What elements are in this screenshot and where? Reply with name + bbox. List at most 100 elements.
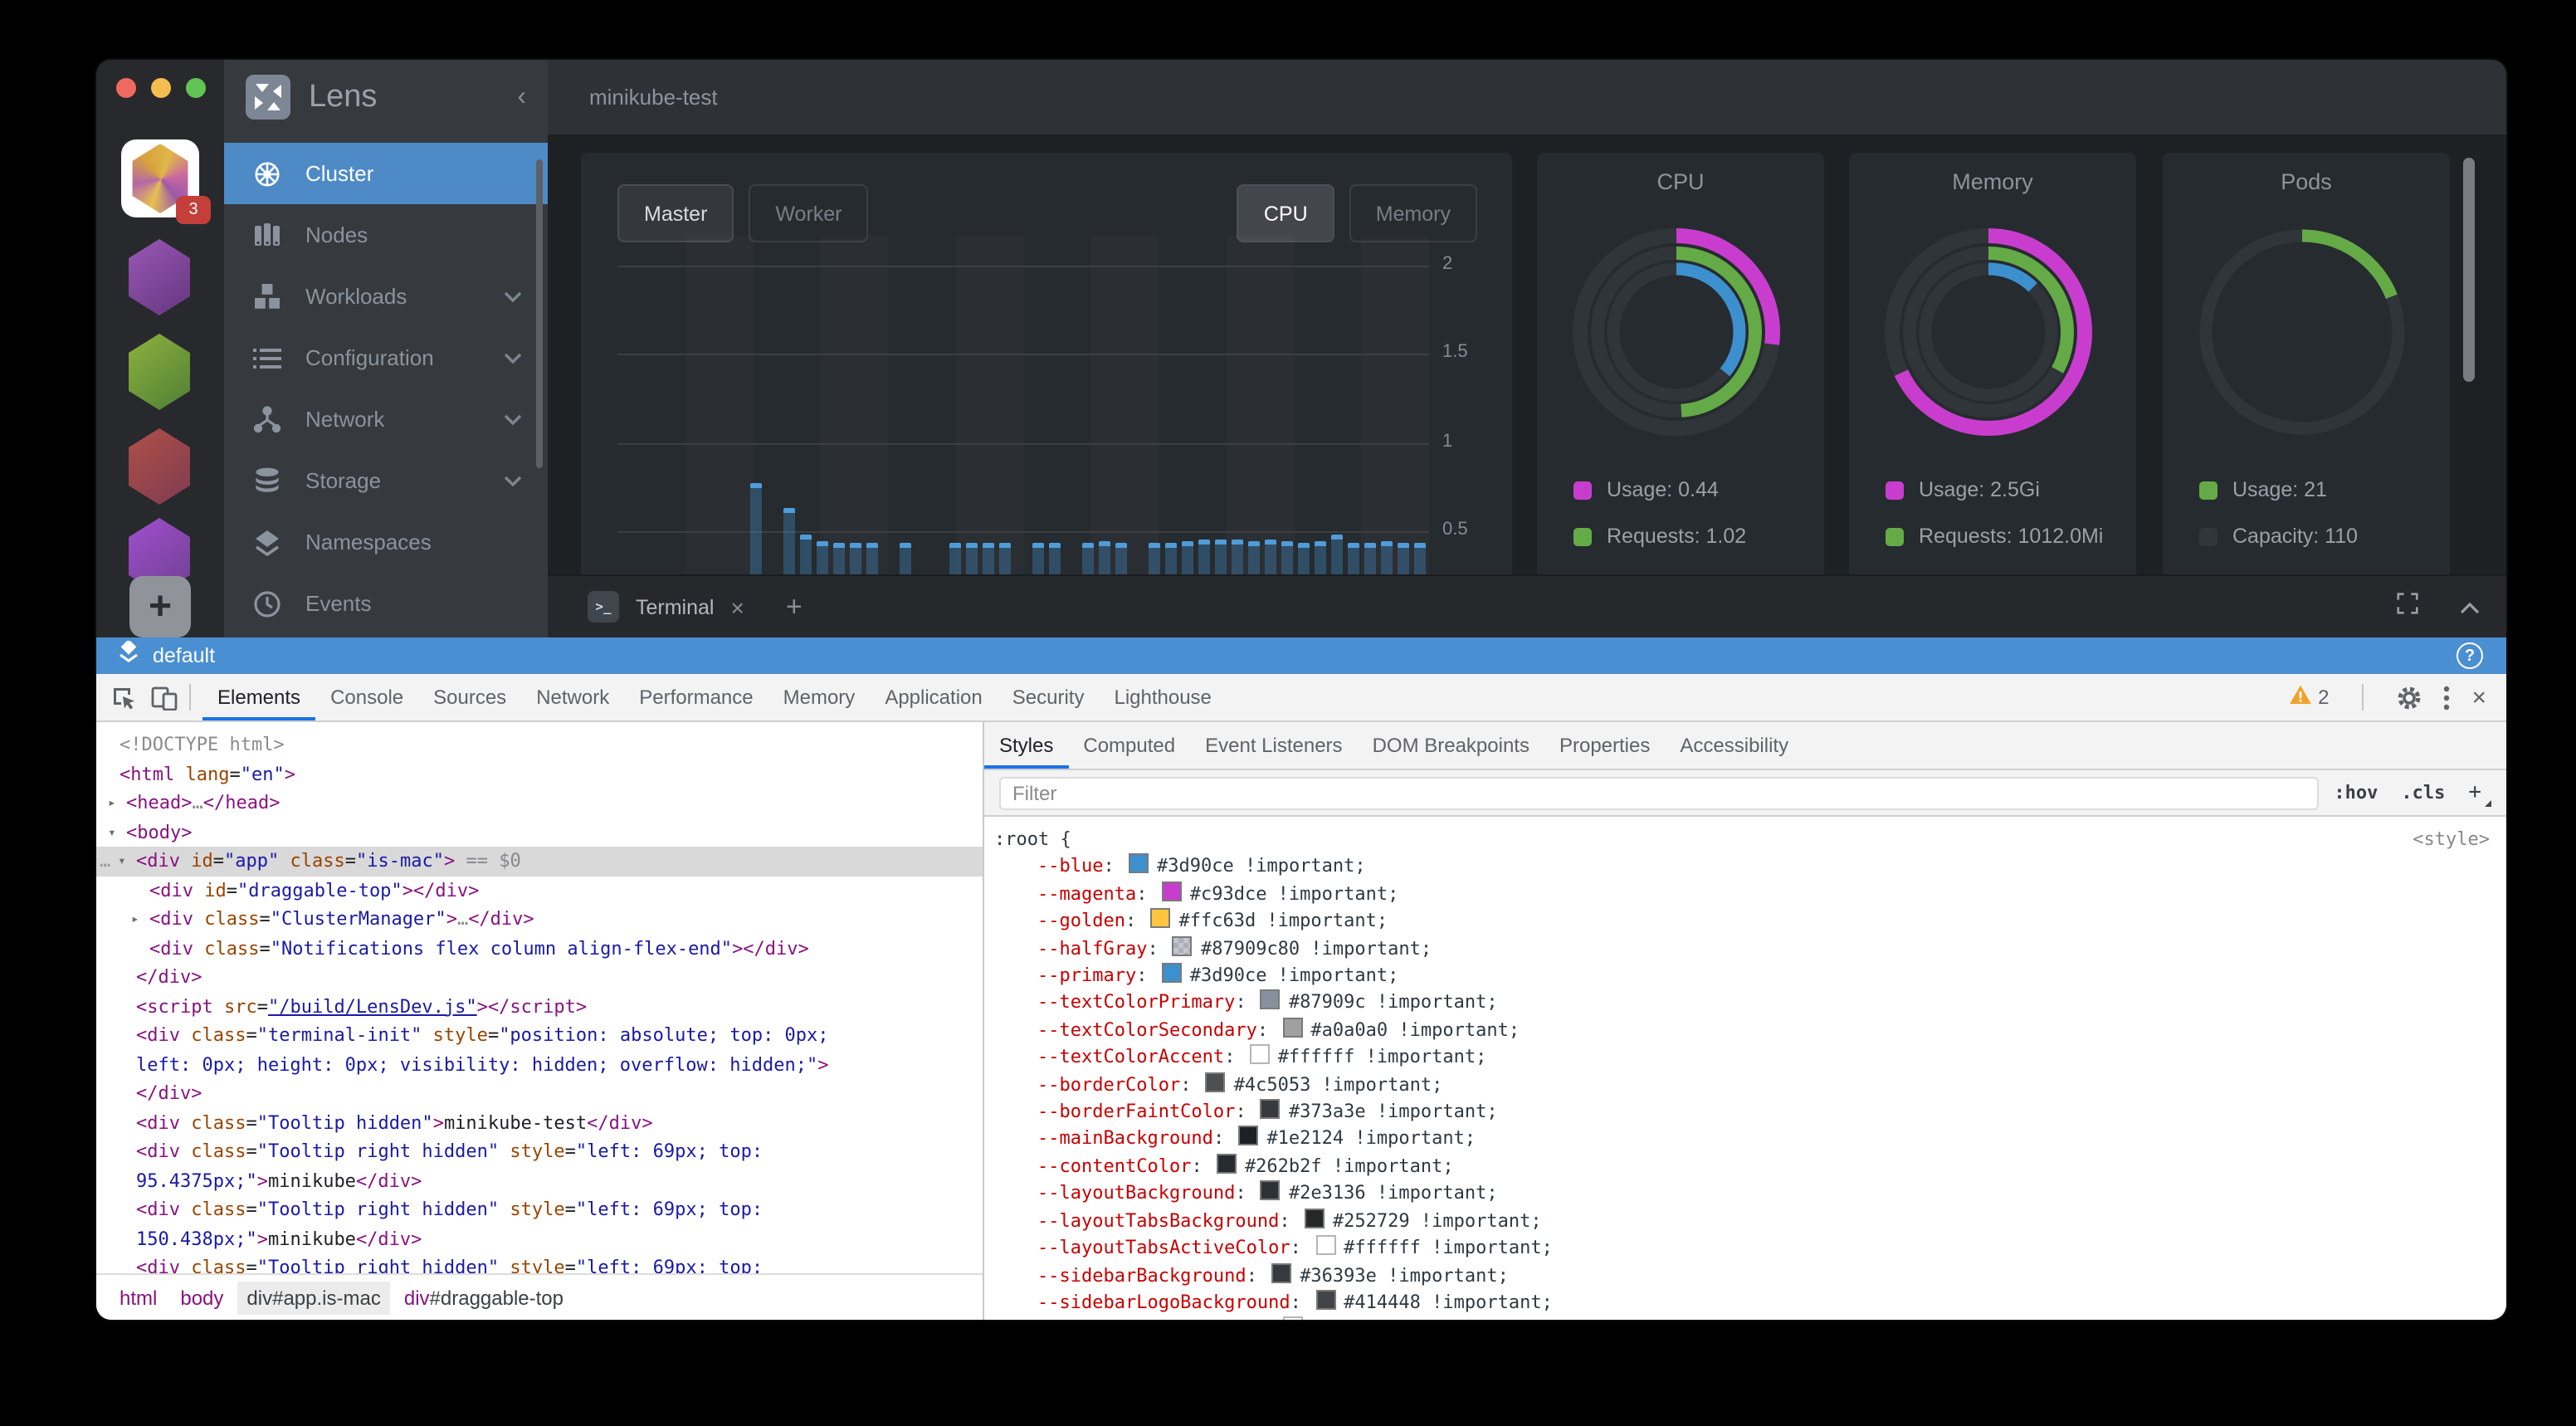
sidebar-scrollbar[interactable] xyxy=(536,159,543,468)
toggle-cls-button[interactable]: .cls xyxy=(2401,782,2445,803)
minimize-window-button[interactable] xyxy=(151,78,171,98)
sidebar-item-workloads[interactable]: Workloads xyxy=(224,266,548,327)
terminal-close-icon[interactable]: × xyxy=(731,593,744,620)
dom-tree-line[interactable]: ▸<div class="ClusterManager">…</div> xyxy=(96,905,983,934)
dom-tree-line[interactable]: <div id="draggable-top"></div> xyxy=(96,876,983,905)
sidebar-item-network[interactable]: Network xyxy=(224,388,548,450)
breadcrumb-item[interactable]: div#draggable-top xyxy=(394,1281,573,1314)
breadcrumb-item[interactable]: html xyxy=(110,1281,167,1314)
dom-tree-line[interactable]: …▾<div id="app" class="is-mac"> == $0 xyxy=(96,847,983,876)
devtools-tab-security[interactable]: Security xyxy=(998,674,1100,720)
sidebar-item-namespaces[interactable]: Namespaces xyxy=(224,511,548,573)
terminal-tab[interactable]: Terminal xyxy=(636,595,715,618)
node-tab-worker-button[interactable]: Worker xyxy=(749,184,868,242)
color-swatch[interactable] xyxy=(1162,881,1182,901)
color-swatch[interactable] xyxy=(1250,1045,1270,1065)
devtools-tab-lighthouse[interactable]: Lighthouse xyxy=(1099,674,1226,720)
css-variable-line[interactable]: --layoutTabsActiveColor: #ffffff !import… xyxy=(994,1235,2490,1262)
css-variable-line[interactable]: --primary: #3d90ce !important; xyxy=(994,963,2490,990)
devtools-tab-application[interactable]: Application xyxy=(870,674,997,720)
css-variable-line[interactable]: --borderFaintColor: #373a3e !important; xyxy=(994,1099,2490,1126)
dom-tree-line[interactable]: <div class="Tooltip right hidden" style=… xyxy=(96,1137,983,1166)
css-variable-line[interactable]: --golden: #ffc63d !important; xyxy=(994,908,2490,935)
sidebar-collapse-icon[interactable]: ‹ xyxy=(517,82,526,112)
dashboard-scrollbar[interactable] xyxy=(2463,158,2475,382)
expand-arrow-open-icon[interactable]: ▾ xyxy=(118,847,126,876)
color-swatch[interactable] xyxy=(1173,935,1193,955)
expand-arrow-closed-icon[interactable]: ▸ xyxy=(108,789,116,818)
color-swatch[interactable] xyxy=(1315,1290,1335,1310)
dom-tree-line[interactable]: <div class="Notifications flex column al… xyxy=(96,934,983,963)
dom-tree-line[interactable]: ▸<head>…</head> xyxy=(96,789,983,818)
dom-tree-line[interactable]: <html lang="en"> xyxy=(96,759,983,789)
dom-tree-line[interactable]: <div class="Tooltip right hidden" style=… xyxy=(96,1195,983,1224)
sidebar-item-configuration[interactable]: Configuration xyxy=(224,327,548,388)
metric-tab-cpu-button[interactable]: CPU xyxy=(1237,184,1334,242)
css-rules[interactable]: <style>:root {--blue: #3d90ce !important… xyxy=(984,817,2506,1320)
dom-tree-line[interactable]: <div class="Tooltip hidden">minikube-tes… xyxy=(96,1108,983,1137)
dom-tree-line[interactable]: <script src="/build/LensDev.js"></script… xyxy=(96,992,983,1021)
toggle-hov-button[interactable]: :hov xyxy=(2334,782,2378,803)
color-swatch[interactable] xyxy=(1261,990,1281,1010)
color-swatch[interactable] xyxy=(1315,1235,1335,1255)
breadcrumb-item[interactable]: div#app.is-mac xyxy=(237,1281,390,1314)
kebab-menu-icon[interactable] xyxy=(2443,685,2450,710)
color-swatch[interactable] xyxy=(1282,1317,1302,1320)
css-variable-line[interactable]: --sidebarLogoBackground: #414448 !import… xyxy=(994,1290,2490,1317)
sidebar-item-storage[interactable]: Storage xyxy=(224,450,548,511)
devtools-tab-console[interactable]: Console xyxy=(315,674,418,720)
color-swatch[interactable] xyxy=(1271,1262,1291,1282)
devtools-tab-performance[interactable]: Performance xyxy=(624,674,768,720)
node-tab-master-button[interactable]: Master xyxy=(617,184,734,242)
color-swatch[interactable] xyxy=(1217,1154,1237,1174)
terminal-expand-icon[interactable] xyxy=(2397,592,2418,622)
css-variable-line[interactable]: --layoutBackground: #2e3136 !important; xyxy=(994,1181,2490,1209)
dom-tree-line[interactable]: <div class="Tooltip right hidden" style=… xyxy=(96,1253,983,1273)
namespace-label[interactable]: default xyxy=(153,644,215,667)
devtools-tab-sources[interactable]: Sources xyxy=(418,674,521,720)
dom-tree-line[interactable]: </div> xyxy=(96,1079,983,1108)
dom-tree-line[interactable]: <!DOCTYPE html> xyxy=(96,730,983,759)
close-window-button[interactable] xyxy=(116,78,136,98)
css-variable-line[interactable]: --mainBackground: #1e2124 !important; xyxy=(994,1126,2490,1154)
device-toolbar-icon[interactable] xyxy=(151,685,178,710)
style-source-link[interactable]: <style> xyxy=(2413,827,2490,854)
dom-tree-line[interactable]: </div> xyxy=(96,963,983,992)
css-variable-line[interactable]: --textColorSecondary: #a0a0a0 !important… xyxy=(994,1018,2490,1045)
devtools-tab-memory[interactable]: Memory xyxy=(768,674,871,720)
devtools-tab-elements[interactable]: Elements xyxy=(202,674,315,720)
sidebar-item-events[interactable]: Events xyxy=(224,573,548,634)
css-variable-line[interactable]: --textColorAccent: #ffffff !important; xyxy=(994,1045,2490,1072)
terminal-collapse-up-icon[interactable] xyxy=(2460,592,2480,622)
color-swatch[interactable] xyxy=(1261,1099,1281,1119)
css-variable-line[interactable]: --textColorPrimary: #87909c !important; xyxy=(994,990,2490,1018)
color-swatch[interactable] xyxy=(1305,1208,1325,1228)
warning-counter[interactable]: 2 xyxy=(2288,684,2329,711)
cluster-3-icon[interactable] xyxy=(124,334,194,410)
color-swatch[interactable] xyxy=(1162,963,1182,983)
css-variable-line[interactable]: --blue: #3d90ce !important; xyxy=(994,854,2490,881)
css-variable-line[interactable]: --halfGray: #87909c80 !important; xyxy=(994,935,2490,963)
css-variable-line[interactable]: --borderColor: #4c5053 !important; xyxy=(994,1072,2490,1099)
dom-tree[interactable]: <!DOCTYPE html><html lang="en">▸<head>…<… xyxy=(96,722,983,1273)
new-style-rule-button[interactable]: + xyxy=(2468,780,2481,805)
expand-arrow-open-icon[interactable]: ▾ xyxy=(108,818,116,847)
dom-tree-line[interactable]: left: 0px; height: 0px; visibility: hidd… xyxy=(96,1050,983,1079)
css-variable-line[interactable]: --contentColor: #262b2f !important; xyxy=(994,1154,2490,1181)
color-swatch[interactable] xyxy=(1206,1072,1226,1091)
breadcrumb-item[interactable]: body xyxy=(170,1281,233,1314)
settings-gear-icon[interactable] xyxy=(2397,685,2422,710)
dom-tree-line[interactable]: <div class="terminal-init" style="positi… xyxy=(96,1021,983,1050)
dom-tree-line[interactable]: ▾<body> xyxy=(96,818,983,847)
cluster-4-icon[interactable] xyxy=(124,428,194,505)
color-swatch[interactable] xyxy=(1129,854,1149,874)
color-swatch[interactable] xyxy=(1150,908,1170,928)
sidebar-item-cluster[interactable]: Cluster xyxy=(224,143,548,204)
add-cluster-button[interactable]: + xyxy=(129,576,191,637)
styles-filter-input[interactable]: Filter xyxy=(999,776,2319,809)
color-swatch[interactable] xyxy=(1282,1018,1302,1038)
styles-subtab-accessibility[interactable]: Accessibility xyxy=(1665,722,1803,769)
inspect-element-icon[interactable] xyxy=(111,685,136,710)
devtools-close-icon[interactable]: × xyxy=(2471,683,2486,711)
styles-subtab-computed[interactable]: Computed xyxy=(1068,722,1190,769)
